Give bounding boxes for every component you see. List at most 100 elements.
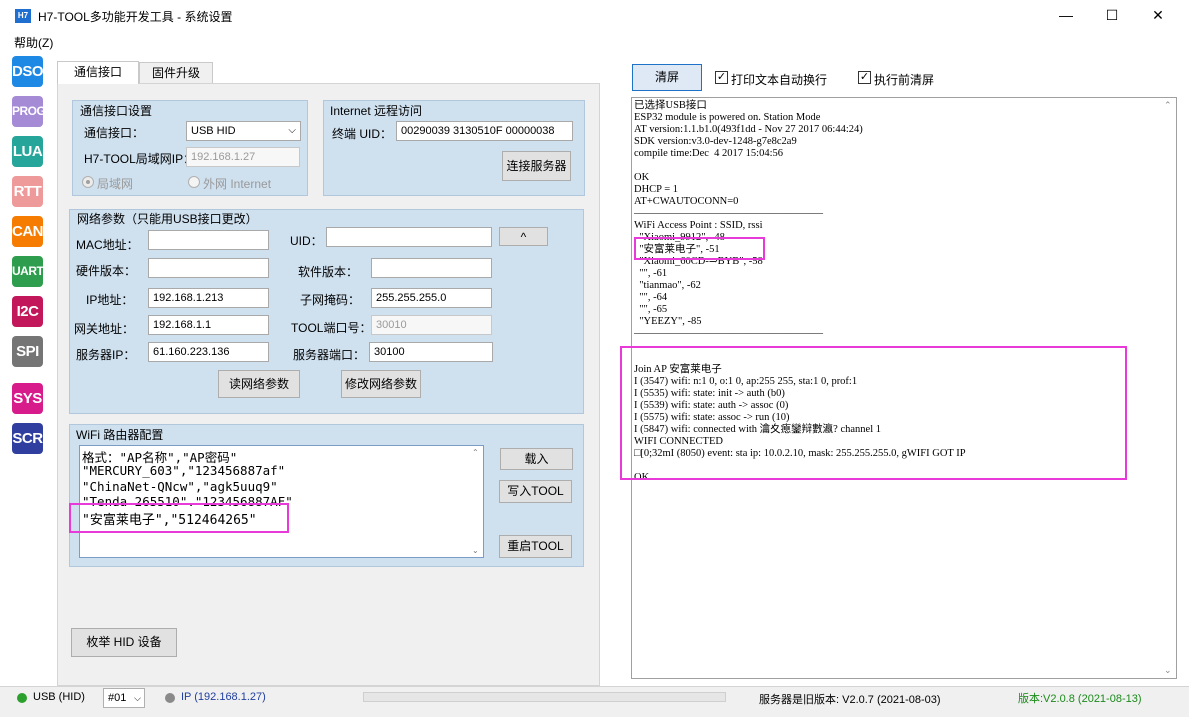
console-scrollbar[interactable]: ⌃ ⌄ — [1160, 98, 1176, 678]
chevron-down-icon: ⌵ — [134, 693, 141, 703]
modify-network-params-button[interactable]: 修改网络参数 — [341, 370, 421, 398]
tool-port-label: TOOL端口号： — [291, 321, 372, 335]
comm-interface-label: 通信接口： — [84, 126, 145, 140]
port-value: #01 — [108, 692, 127, 704]
sidebar-scr-button[interactable]: SCR — [12, 423, 43, 454]
write-tool-button[interactable]: 写入TOOL — [499, 480, 572, 503]
sidebar-spi-button[interactable]: SPI — [12, 336, 43, 367]
hw-version-field[interactable] — [148, 258, 269, 278]
comm-interface-select[interactable]: USB HID ⌵ — [186, 121, 301, 141]
scroll-up-icon: ⌃ — [1164, 100, 1172, 110]
progress-bar — [363, 692, 726, 702]
comm-interface-group-title: 通信接口设置 — [80, 104, 153, 118]
clear-before-label: 执行前清屏 — [874, 73, 935, 87]
scroll-down-icon: ⌄ — [472, 546, 479, 555]
gateway-field[interactable]: 192.168.1.1 — [148, 315, 269, 335]
connect-server-button[interactable]: 连接服务器 — [502, 151, 571, 181]
wifi-line: "MERCURY_603","123456887af" — [82, 463, 286, 478]
chevron-down-icon: ⌵ — [288, 125, 296, 136]
wifi-line: "ChinaNet-QNcw","agk5uuq9" — [82, 479, 278, 494]
gateway-label: 网关地址： — [74, 322, 135, 336]
console-line: "", -61 — [634, 268, 668, 279]
hw-version-label: 硬件版本： — [76, 264, 137, 278]
auto-wrap-checkbox[interactable]: ✓ — [715, 71, 728, 84]
tab-comm-interface[interactable]: 通信接口 — [57, 61, 139, 84]
sw-version-label: 软件版本： — [298, 265, 359, 279]
sidebar-rtt-button[interactable]: RTT — [12, 176, 43, 207]
auto-wrap-label: 打印文本自动换行 — [731, 73, 828, 87]
console-line: "", -65 — [634, 304, 668, 315]
sidebar-prog-button[interactable]: PROG — [12, 96, 46, 127]
radio-wan-label: 外网 Internet — [203, 177, 272, 191]
uid-label: UID： — [290, 234, 323, 248]
uid-up-button[interactable]: ^ — [499, 227, 548, 246]
radio-lan-label: 局域网 — [97, 177, 134, 191]
wifi-scrollbar[interactable]: ⌃ ⌄ — [469, 446, 483, 557]
server-port-label: 服务器端口： — [293, 348, 366, 362]
maximize-button[interactable]: ☐ — [1089, 0, 1135, 31]
version-text: 版本:V2.0.8 (2021-08-13) — [1018, 693, 1142, 705]
sidebar-lua-button[interactable]: LUA — [12, 136, 43, 167]
server-ip-field[interactable]: 61.160.223.136 — [148, 342, 269, 362]
console-line: WiFi Access Point : SSID, rssi — [634, 220, 763, 231]
radio-dot-icon — [86, 180, 90, 184]
console-line: ESP32 module is powered on. Station Mode — [634, 112, 821, 123]
sw-version-field[interactable] — [371, 258, 492, 278]
sidebar-dso-button[interactable]: DSO — [12, 56, 44, 87]
console-line: OK — [634, 172, 650, 183]
subnet-mask-field[interactable]: 255.255.255.0 — [371, 288, 492, 308]
tab-firmware-upgrade[interactable]: 固件升级 — [139, 62, 213, 84]
internet-group-title: Internet 远程访问 — [330, 104, 423, 118]
minimize-button[interactable]: — — [1043, 0, 1089, 31]
console-line: AT+CWAUTOCONN=0 — [634, 196, 739, 207]
load-button[interactable]: 载入 — [500, 448, 573, 470]
sidebar-can-button[interactable]: CAN — [12, 216, 44, 247]
console-line: compile time:Dec 4 2017 15:04:56 — [634, 148, 784, 159]
network-params-title: 网络参数（只能用USB接口更改） — [77, 212, 258, 226]
ip-status-dot-icon — [165, 693, 175, 703]
sidebar-sys-button[interactable]: SYS — [12, 383, 43, 414]
radio-lan[interactable] — [82, 176, 94, 188]
lan-ip-field[interactable]: 192.168.1.27 — [186, 147, 300, 167]
terminal-uid-field[interactable]: 00290039 3130510F 00000038 — [396, 121, 573, 141]
sidebar-i2c-button[interactable]: I2C — [12, 296, 43, 327]
close-button[interactable]: ✕ — [1135, 0, 1181, 31]
sidebar-uart-button[interactable]: UART — [12, 256, 44, 287]
highlight-box — [634, 237, 765, 260]
ip-label: IP地址： — [86, 293, 134, 307]
uid-field[interactable] — [326, 227, 492, 247]
console-line: "YEEZY", -85 — [634, 316, 702, 327]
tool-port-field[interactable]: 30010 — [371, 315, 492, 335]
clear-before-checkbox[interactable]: ✓ — [858, 71, 871, 84]
server-port-field[interactable]: 30100 — [369, 342, 493, 362]
subnet-mask-label: 子网掩码： — [300, 293, 361, 307]
console-line: AT version:1.1.b1.0(493f1dd - Nov 27 201… — [634, 124, 863, 135]
app-icon: H7 — [15, 9, 31, 23]
highlight-box — [69, 503, 289, 533]
wifi-config-title: WiFi 路由器配置 — [76, 428, 164, 442]
radio-wan[interactable] — [188, 176, 200, 188]
console-line: —————————————————— — [634, 328, 823, 339]
lan-ip-label: H7-TOOL局域网IP： — [84, 152, 196, 166]
menu-help[interactable]: 帮助(Z) — [14, 34, 53, 51]
mac-label: MAC地址： — [76, 238, 139, 252]
console-line: "", -64 — [634, 292, 668, 303]
comm-interface-value: USB HID — [191, 125, 236, 137]
restart-tool-button[interactable]: 重启TOOL — [499, 535, 572, 558]
clear-screen-button[interactable]: 清屏 — [632, 64, 702, 91]
port-select[interactable]: #01 ⌵ — [103, 688, 145, 708]
console-line: DHCP = 1 — [634, 184, 679, 195]
enum-hid-button[interactable]: 枚举 HID 设备 — [71, 628, 177, 657]
console-line: SDK version:v3.0-dev-1248-g7e8c2a9 — [634, 136, 797, 147]
console-line: 已选择USB接口 — [634, 100, 707, 111]
mac-field[interactable] — [148, 230, 269, 250]
ip-status-text: IP (192.168.1.27) — [181, 691, 266, 703]
ip-field[interactable]: 192.168.1.213 — [148, 288, 269, 308]
server-version-text: 服务器是旧版本: V2.0.7 (2021-08-03) — [759, 694, 941, 706]
terminal-uid-label: 终端 UID： — [332, 127, 393, 141]
read-network-params-button[interactable]: 读网络参数 — [218, 370, 300, 398]
console-line: "tianmao", -62 — [634, 280, 701, 291]
server-ip-label: 服务器IP： — [76, 348, 136, 362]
usb-status-dot-icon — [17, 693, 27, 703]
highlight-box — [620, 346, 1127, 480]
